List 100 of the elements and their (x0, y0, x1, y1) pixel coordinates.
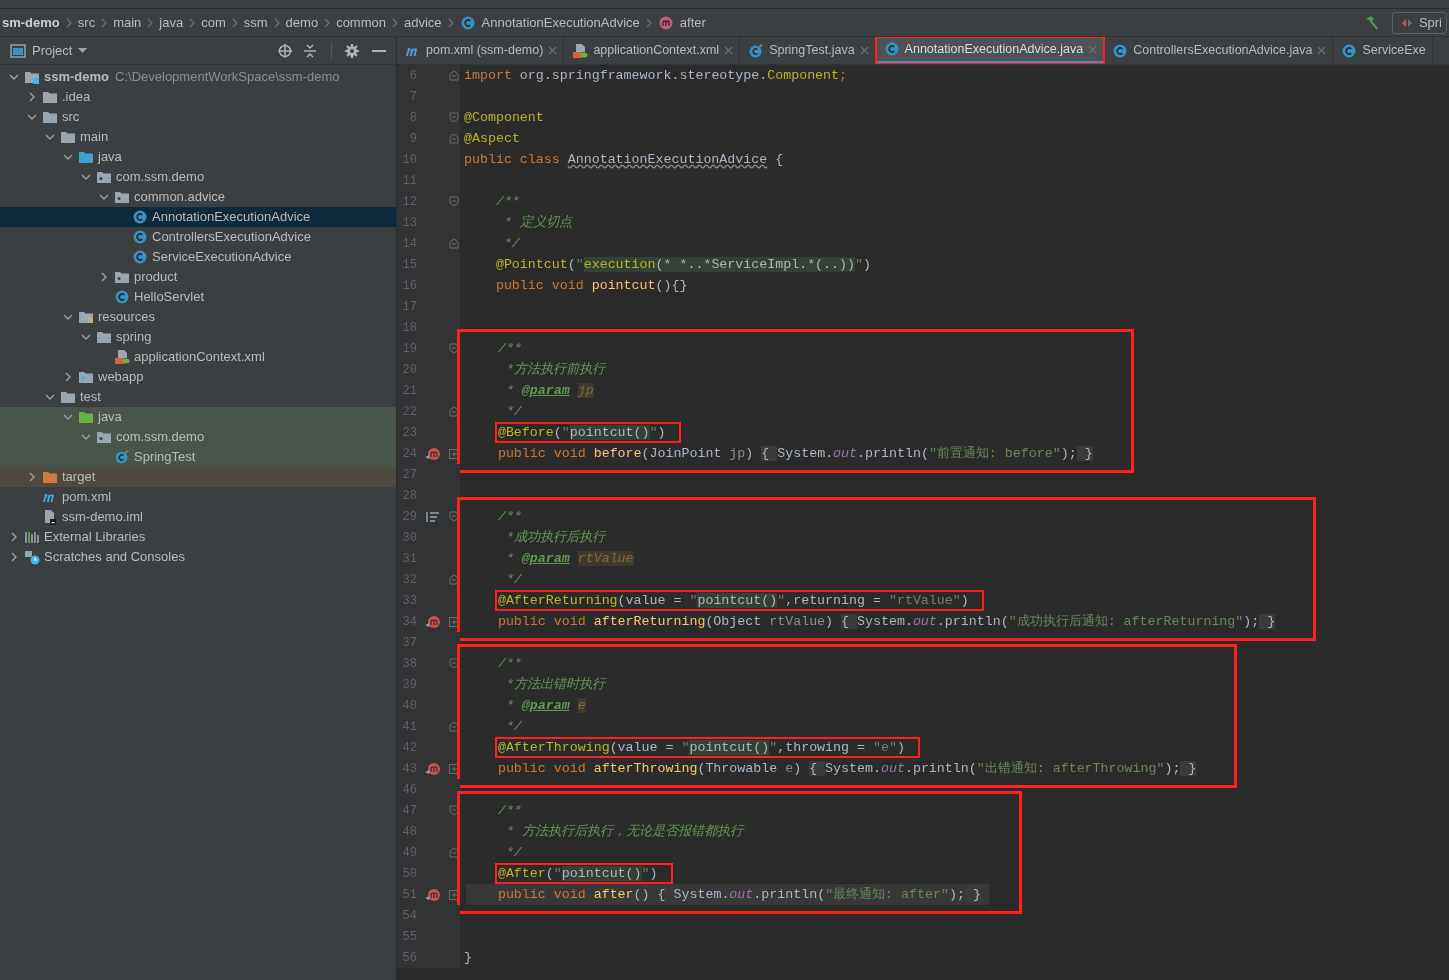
advice-marker-icon[interactable] (424, 761, 441, 776)
breadcrumb-item[interactable]: after (679, 12, 706, 33)
advice-marker-icon[interactable] (424, 446, 441, 461)
expand-fold-icon[interactable] (449, 889, 459, 900)
chevron-icon[interactable] (81, 432, 91, 442)
chevron-icon[interactable] (9, 552, 19, 562)
fold-icon[interactable] (449, 511, 459, 522)
advice-marker-icon[interactable] (424, 887, 441, 902)
tree-item[interactable]: External Libraries (44, 527, 146, 547)
breadcrumb-item[interactable]: sm-demo (2, 12, 60, 33)
chevron-icon[interactable] (9, 532, 19, 542)
chevron-icon[interactable] (81, 332, 91, 342)
tree-row[interactable]: AnnotationExecutionAdvice (0, 207, 396, 227)
chevron-icon[interactable] (27, 472, 37, 482)
chevron-icon[interactable] (45, 132, 55, 142)
breadcrumb-item[interactable]: main (113, 12, 142, 33)
tree-item[interactable]: SpringTest (134, 447, 196, 467)
tree-row[interactable]: java (0, 407, 396, 427)
chevron-icon[interactable] (81, 172, 91, 182)
tree-item[interactable]: pom.xml (62, 487, 112, 507)
fold-icon[interactable] (449, 343, 459, 354)
tree-item[interactable]: Scratches and Consoles (44, 547, 185, 567)
chevron-icon[interactable] (99, 272, 109, 282)
tree-item[interactable]: AnnotationExecutionAdvice (152, 207, 311, 227)
chevron-icon[interactable] (63, 372, 73, 382)
breadcrumb-item[interactable]: com (201, 12, 226, 33)
editor-tab[interactable]: ControllersExecutionAdvice.java (1104, 37, 1334, 64)
tree-item[interactable]: src (62, 107, 80, 127)
fold-icon[interactable] (449, 721, 459, 732)
tree-item[interactable]: java (98, 407, 122, 427)
fold-icon[interactable] (449, 658, 459, 669)
fold-icon[interactable] (449, 133, 459, 144)
tree-item[interactable]: product (134, 267, 178, 287)
breadcrumb-item[interactable]: common (336, 12, 386, 33)
close-icon[interactable] (548, 46, 558, 55)
tree-row[interactable]: SpringTest (0, 447, 396, 467)
tree-item[interactable]: webapp (98, 367, 144, 387)
package-icon (96, 429, 112, 445)
code-line: /** (496, 802, 523, 820)
advice-marker-icon[interactable] (424, 614, 441, 629)
expand-fold-icon[interactable] (449, 763, 459, 774)
fold-icon[interactable] (449, 196, 459, 207)
chevron-icon[interactable] (63, 412, 73, 422)
tree-item[interactable]: ServiceExecutionAdvice (152, 247, 292, 267)
run-configuration-dropdown[interactable]: Spri (1391, 11, 1447, 34)
tree-item[interactable]: HelloServlet (134, 287, 205, 307)
tree-item[interactable]: java (98, 147, 122, 167)
fold-icon[interactable] (449, 238, 459, 249)
editor-tab[interactable]: ServiceExe (1333, 37, 1433, 64)
editor-tab[interactable]: AnnotationExecutionAdvice.java (875, 37, 1105, 64)
breadcrumb-item[interactable]: demo (285, 12, 319, 33)
chevron-icon[interactable] (63, 312, 73, 322)
breadcrumb-item[interactable]: ssm (243, 12, 268, 33)
close-icon[interactable] (1317, 46, 1327, 55)
chevron-icon[interactable] (45, 392, 55, 402)
tree-item[interactable]: main (80, 127, 109, 147)
tree-item[interactable]: test (80, 387, 101, 407)
tree-item[interactable]: common.advice (134, 187, 226, 207)
chevron-icon[interactable] (9, 72, 19, 82)
collapse-all-icon[interactable] (303, 42, 317, 59)
breadcrumb-item[interactable]: advice (404, 12, 442, 33)
tree-item[interactable]: com.ssm.demo (116, 167, 205, 187)
tree-item[interactable]: target (62, 467, 96, 487)
breadcrumb-item[interactable]: src (77, 12, 96, 33)
chevron-icon[interactable] (27, 92, 37, 102)
locate-icon[interactable] (277, 42, 293, 59)
tree-row[interactable]: target (0, 467, 396, 487)
fold-icon[interactable] (449, 847, 459, 858)
chevron-icon[interactable] (63, 152, 73, 162)
class-icon (132, 249, 148, 265)
tree-item[interactable]: applicationContext.xml (134, 347, 265, 367)
expand-fold-icon[interactable] (449, 616, 459, 627)
separator-icon (392, 17, 398, 28)
fold-icon[interactable] (449, 112, 459, 123)
expand-fold-icon[interactable] (449, 448, 459, 459)
fold-icon[interactable] (449, 406, 459, 417)
chevron-icon[interactable] (99, 192, 109, 202)
fold-icon[interactable] (449, 574, 459, 585)
fold-icon[interactable] (449, 70, 459, 81)
code-line: public void pointcut(){} (494, 277, 689, 295)
breadcrumb-item[interactable]: AnnotationExecutionAdvice (481, 12, 640, 33)
tree-item[interactable]: ssm-demo (44, 67, 110, 87)
chevron-icon[interactable] (27, 112, 37, 122)
tree-item[interactable]: ssm-demo.iml (62, 507, 143, 527)
editor-tab[interactable]: pom.xml (ssm-demo) (397, 37, 565, 64)
tree-item[interactable]: .idea (62, 87, 91, 107)
tree-item[interactable]: ControllersExecutionAdvice (152, 227, 311, 247)
editor-tab[interactable]: applicationContext.xml (564, 37, 741, 64)
project-view-dropdown[interactable]: Project (10, 40, 88, 61)
breadcrumb-item[interactable]: java (159, 12, 184, 33)
fold-icon[interactable] (449, 805, 459, 816)
close-icon[interactable] (859, 46, 869, 55)
close-icon[interactable] (724, 46, 734, 55)
tree-item[interactable]: resources (98, 307, 156, 327)
tree-row[interactable]: com.ssm.demo (0, 427, 396, 447)
package-icon (96, 169, 112, 185)
tree-item[interactable]: com.ssm.demo (116, 427, 205, 447)
tree-item[interactable]: spring (116, 327, 152, 347)
structure-icon[interactable] (425, 510, 440, 523)
settings-icon[interactable] (344, 42, 360, 59)
